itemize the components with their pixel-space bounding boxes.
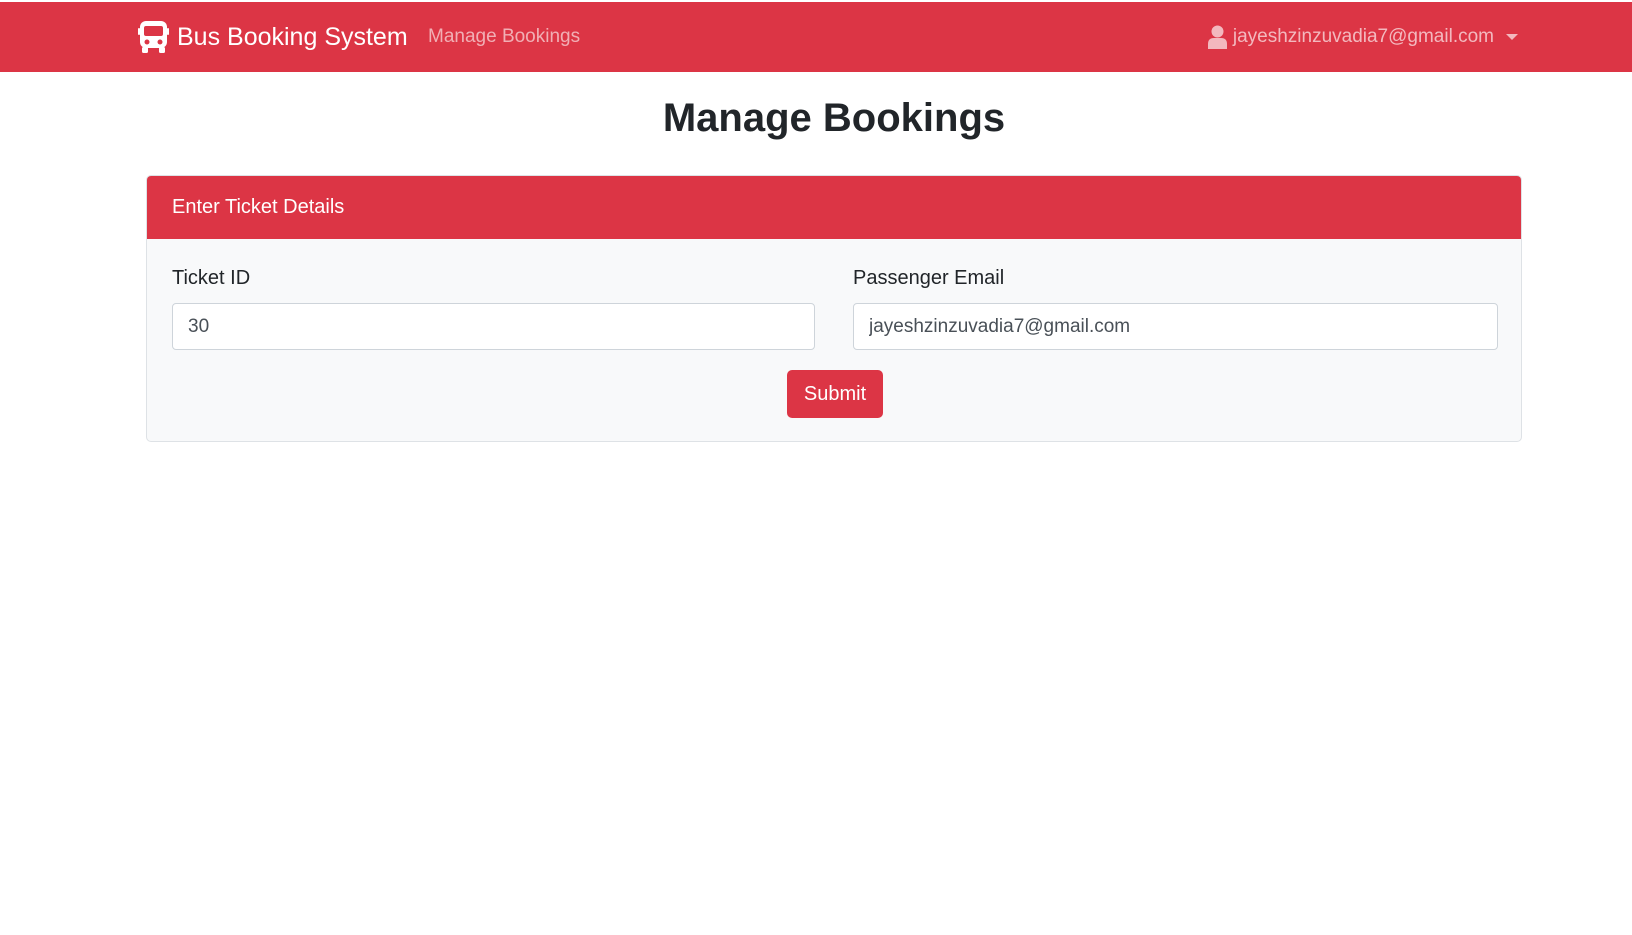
nav-link-manage-bookings[interactable]: Manage Bookings — [428, 2, 580, 72]
caret-down-icon — [1506, 34, 1518, 40]
passenger-email-input[interactable] — [853, 303, 1498, 350]
user-icon — [1207, 25, 1227, 49]
user-email: jayeshzinzuvadia7@gmail.com — [1232, 26, 1494, 47]
passenger-email-label: Passenger Email — [853, 267, 1005, 289]
submit-button[interactable]: Submit — [787, 370, 883, 418]
brand-label: Bus Booking System — [177, 22, 408, 51]
brand-link[interactable]: Bus Booking System — [138, 2, 408, 72]
ticket-id-label: Ticket ID — [172, 267, 251, 289]
user-dropdown-toggle[interactable]: jayeshzinzuvadia7@gmail.com — [1207, 2, 1518, 72]
bus-icon — [138, 20, 169, 54]
top-navbar: Bus Booking System Manage Bookings jayes… — [0, 2, 1632, 72]
ticket-details-card: Enter Ticket Details Ticket ID Passenger… — [146, 175, 1522, 442]
ticket-id-input[interactable] — [172, 303, 815, 350]
card-header: Enter Ticket Details — [147, 176, 1521, 239]
page-title: Manage Bookings — [662, 96, 1006, 140]
